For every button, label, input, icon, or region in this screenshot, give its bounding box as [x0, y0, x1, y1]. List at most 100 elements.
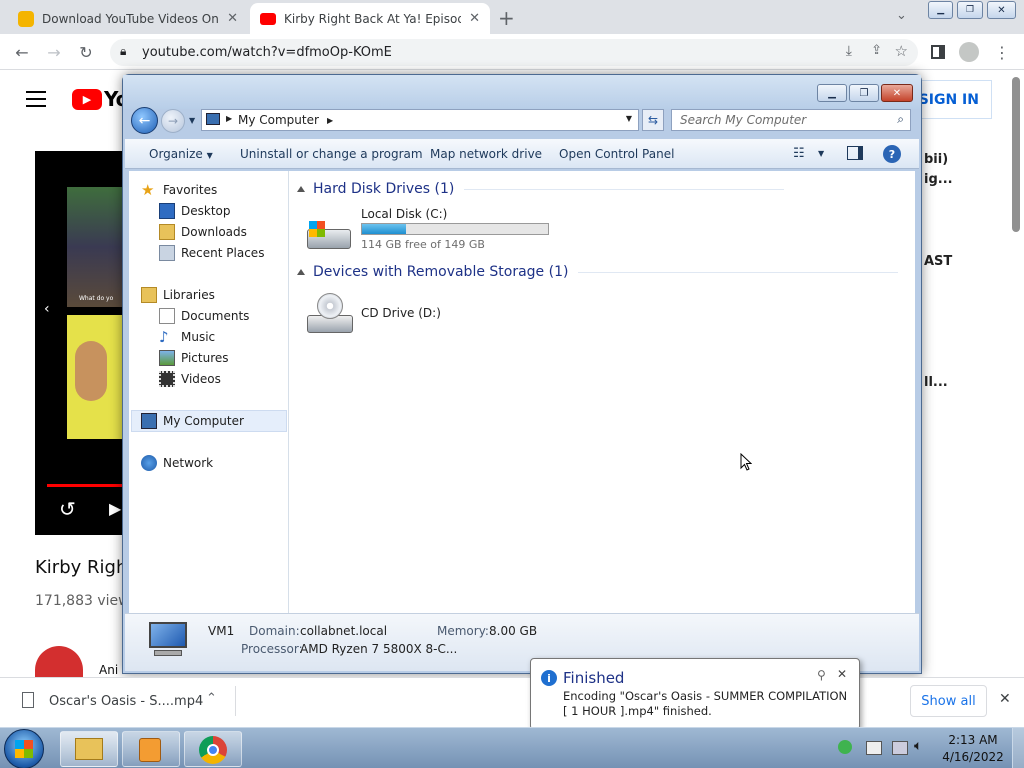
- explorer-back-icon[interactable]: ←: [131, 107, 158, 134]
- nav-pictures[interactable]: Pictures: [159, 348, 229, 368]
- breadcrumb-arrow-icon[interactable]: ▶: [226, 114, 232, 123]
- restore-icon[interactable]: ❐: [957, 1, 983, 19]
- new-tab-button[interactable]: +: [498, 6, 515, 30]
- play-icon[interactable]: ▶: [109, 499, 121, 518]
- start-button[interactable]: [4, 729, 44, 768]
- address-dropdown-icon[interactable]: ▼: [626, 114, 632, 123]
- notification-close-icon[interactable]: ✕: [837, 667, 847, 681]
- disk-usage-bar: [361, 223, 549, 235]
- explorer-minimize-icon[interactable]: ▁: [817, 84, 847, 102]
- nav-network[interactable]: Network: [141, 453, 213, 473]
- minimize-icon[interactable]: ▁: [928, 1, 954, 19]
- share-icon[interactable]: ⇪: [871, 43, 882, 58]
- tab-close-icon[interactable]: ✕: [227, 11, 238, 26]
- explorer-close-icon[interactable]: ✕: [881, 84, 913, 102]
- volume-icon[interactable]: 🔈︎: [914, 738, 922, 754]
- explorer-maximize-icon[interactable]: ❐: [849, 84, 879, 102]
- recent-pages-icon[interactable]: ▼: [189, 116, 195, 125]
- tray-app-icon[interactable]: [838, 740, 852, 754]
- nav-my-computer[interactable]: My Computer: [141, 411, 244, 431]
- show-all-button[interactable]: Show all: [910, 685, 987, 717]
- address-bar[interactable]: 🔒︎ youtube.com/watch?v=dfmoOp-KOmE ⤓ ⇪ ☆: [110, 39, 918, 66]
- tab-download-youtube[interactable]: Download YouTube Videos Onlin ✕: [8, 3, 248, 34]
- change-view-icon[interactable]: ☷: [793, 146, 805, 161]
- channel-avatar[interactable]: [35, 646, 83, 678]
- local-disk-name[interactable]: Local Disk (C:): [361, 207, 447, 221]
- open-control-panel-button[interactable]: Open Control Panel: [559, 147, 674, 161]
- breadcrumb-my-computer[interactable]: My Computer: [238, 113, 319, 127]
- nav-music[interactable]: ♪ Music: [159, 327, 215, 347]
- organize-button[interactable]: Organize ▼: [149, 147, 213, 161]
- view-dropdown-icon[interactable]: ▼: [818, 149, 824, 158]
- tab-search-chevron-icon[interactable]: ⌄: [896, 8, 907, 23]
- documents-icon: [159, 308, 175, 324]
- taskbar-chrome-button[interactable]: [184, 731, 242, 767]
- explorer-search-input[interactable]: Search My Computer ⌕: [671, 109, 911, 131]
- previous-chevron-icon[interactable]: ‹: [44, 301, 50, 317]
- tab-favicon-icon: [18, 10, 34, 27]
- hamburger-menu-icon[interactable]: [26, 91, 46, 107]
- video-player[interactable]: What do yo ‹ ↺ ▶: [35, 151, 123, 535]
- nav-recent-places[interactable]: Recent Places: [159, 243, 264, 263]
- map-network-drive-button[interactable]: Map network drive: [430, 147, 542, 161]
- taskbar-explorer-button[interactable]: [60, 731, 118, 767]
- chrome-icon: [199, 736, 227, 764]
- recommendation-text[interactable]: ig...: [924, 172, 953, 187]
- nav-videos[interactable]: Videos: [159, 369, 221, 389]
- replay-icon[interactable]: ↺: [59, 497, 76, 521]
- clock-date[interactable]: 4/16/2022: [940, 750, 1006, 764]
- collapse-triangle-icon[interactable]: [297, 269, 305, 275]
- windows-logo-icon: [309, 221, 325, 237]
- help-icon[interactable]: ?: [883, 145, 901, 163]
- tab-close-icon[interactable]: ✕: [469, 11, 480, 26]
- youtube-logo-icon[interactable]: ▶: [72, 89, 102, 110]
- nav-downloads[interactable]: Downloads: [159, 222, 247, 242]
- group-header-hard-disks[interactable]: Hard Disk Drives (1): [297, 179, 785, 199]
- computer-large-icon: [149, 622, 189, 658]
- preview-pane-icon[interactable]: [847, 146, 863, 160]
- breadcrumb-arrow-icon[interactable]: ▶: [327, 116, 333, 125]
- explorer-address-bar[interactable]: ▶ My Computer ▶ ▼: [201, 109, 639, 131]
- uninstall-program-button[interactable]: Uninstall or change a program: [240, 147, 423, 161]
- explorer-forward-icon[interactable]: →: [161, 109, 185, 133]
- recommendation-text[interactable]: AST: [924, 254, 952, 269]
- recommendation-text[interactable]: ll...: [924, 375, 948, 390]
- refresh-icon[interactable]: ⇆: [642, 109, 664, 131]
- show-desktop-button[interactable]: [1012, 728, 1024, 768]
- network-tray-icon[interactable]: [892, 741, 908, 755]
- progress-bar[interactable]: [47, 484, 123, 487]
- side-panel-icon[interactable]: [926, 40, 950, 64]
- profile-avatar-icon[interactable]: [957, 40, 981, 64]
- nav-desktop[interactable]: Desktop: [159, 201, 231, 221]
- nav-libraries[interactable]: Libraries: [141, 285, 215, 305]
- taskbar-media-button[interactable]: [122, 731, 180, 767]
- download-item[interactable]: Oscar's Oasis - S....mp4: [49, 694, 203, 709]
- tab-kirby-video[interactable]: Kirby Right Back At Ya! Episode 1 ✕: [250, 3, 490, 34]
- search-icon[interactable]: ⌕: [897, 112, 904, 127]
- action-center-icon[interactable]: [866, 741, 882, 755]
- forward-arrow-icon[interactable]: →: [42, 40, 66, 64]
- close-shelf-icon[interactable]: ✕: [999, 691, 1011, 707]
- cd-drive-item[interactable]: [307, 291, 355, 337]
- cd-drive-name[interactable]: CD Drive (D:): [361, 306, 441, 320]
- install-icon[interactable]: ⤓: [846, 43, 852, 59]
- content-pane: Hard Disk Drives (1) Local Disk (C:) 114…: [289, 171, 915, 613]
- nav-documents[interactable]: Documents: [159, 306, 249, 326]
- explorer-command-bar: Organize ▼ Uninstall or change a program…: [125, 139, 919, 169]
- menu-kebab-icon[interactable]: ⋮: [990, 40, 1014, 64]
- page-scrollbar-thumb[interactable]: [1012, 77, 1020, 232]
- sign-in-button[interactable]: SIGN IN: [913, 80, 992, 119]
- back-arrow-icon[interactable]: ←: [10, 40, 34, 64]
- reload-icon[interactable]: ↻: [74, 40, 98, 64]
- recommendation-text[interactable]: bii): [924, 152, 948, 167]
- notification-balloon[interactable]: i Finished ⚲ ✕ Encoding "Oscar's Oasis -…: [530, 658, 860, 730]
- group-header-removable[interactable]: Devices with Removable Storage (1): [297, 262, 899, 282]
- close-icon[interactable]: ✕: [986, 1, 1017, 19]
- local-disk-item[interactable]: [305, 215, 353, 253]
- clock-time[interactable]: 2:13 AM: [944, 733, 1002, 747]
- collapse-triangle-icon[interactable]: [297, 186, 305, 192]
- nav-favorites[interactable]: ★ Favorites: [141, 180, 217, 200]
- pin-icon[interactable]: ⚲: [817, 668, 826, 682]
- bookmark-star-icon[interactable]: ☆: [895, 42, 908, 60]
- download-chevron-up-icon[interactable]: ⌃: [206, 691, 217, 706]
